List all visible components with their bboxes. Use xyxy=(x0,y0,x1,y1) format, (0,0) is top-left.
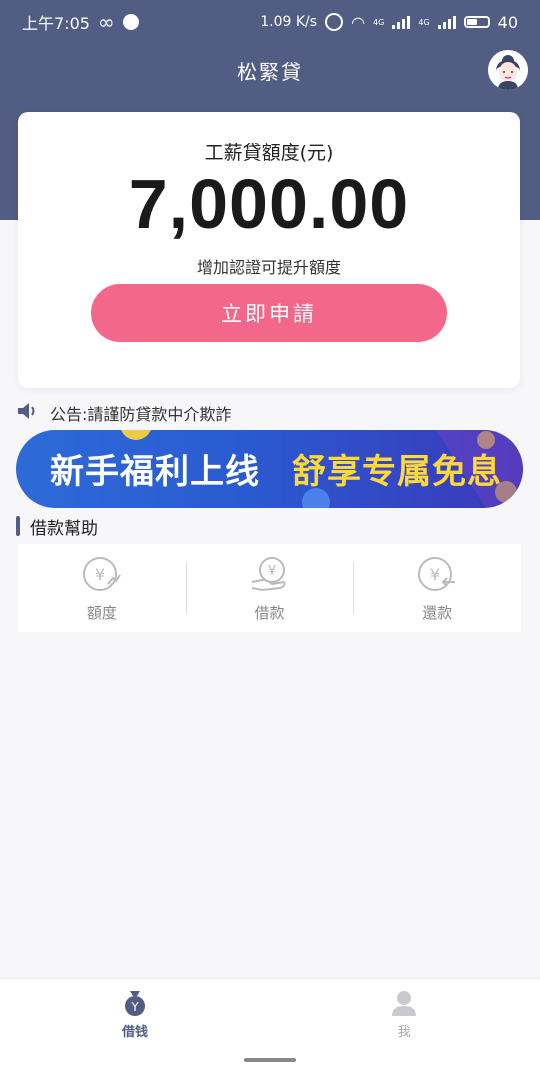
message-icon xyxy=(122,14,139,30)
limit-amount: 7,000.00 xyxy=(128,165,410,243)
banner-text-right: 舒享专属免息 xyxy=(292,452,502,492)
yen-hand-icon: ¥ xyxy=(251,557,285,592)
svg-text:¥: ¥ xyxy=(95,565,105,584)
help-card: ¥ 額度 ¥ 借款 ¥ 還款 xyxy=(18,544,521,632)
help-item-borrow[interactable]: ¥ 借款 xyxy=(185,544,354,632)
alarm-icon xyxy=(325,13,344,31)
limit-hint: 增加認證可提升額度 xyxy=(196,258,341,277)
help-item-label: 額度 xyxy=(86,604,117,622)
network-type-1: 4G xyxy=(373,17,385,27)
wifi-icon: ◠ xyxy=(351,12,366,32)
network-speed: 1.09 K/s xyxy=(260,14,318,30)
help-item-repay[interactable]: ¥ 還款 xyxy=(353,544,521,632)
home-indicator[interactable] xyxy=(244,1058,296,1062)
infinity-icon: ∞ xyxy=(97,10,115,34)
tab-borrow[interactable]: Y 借钱 xyxy=(95,989,175,1040)
loan-limit-card: 工薪貸額度(元) 7,000.00 增加認證可提升額度 立即申請 xyxy=(18,112,520,388)
status-left: 上午7:05 ∞ xyxy=(22,10,139,34)
limit-label: 工薪貸額度(元) xyxy=(204,142,334,164)
bottom-tab-bar: Y 借钱 我 xyxy=(0,978,540,1081)
status-right: 1.09 K/s ◠ 4G 4G 40 xyxy=(260,13,518,32)
help-section-title: 借款幫助 xyxy=(16,515,98,539)
notice-text: 公告:請謹防貸款中介欺詐 xyxy=(50,405,232,424)
tab-me[interactable]: 我 xyxy=(364,989,444,1040)
yen-chart-icon: ¥ xyxy=(82,557,121,591)
svg-text:¥: ¥ xyxy=(430,565,440,584)
banner-text-left: 新手福利上线 xyxy=(50,452,260,492)
signal-icon-1 xyxy=(392,15,411,29)
battery-level: 40 xyxy=(497,12,518,32)
status-time: 上午7:05 xyxy=(22,14,90,33)
section-accent-bar xyxy=(16,516,20,536)
yen-return-icon: ¥ xyxy=(418,557,456,591)
user-avatar-icon[interactable] xyxy=(488,50,528,90)
loan-bag-icon: Y xyxy=(125,991,145,1016)
tab-label: 借钱 xyxy=(121,1025,148,1040)
apply-now-button[interactable]: 立即申請 xyxy=(91,284,447,342)
speaker-icon xyxy=(16,401,38,425)
notice-bar[interactable]: 公告:請謹防貸款中介欺詐 xyxy=(16,400,231,426)
signal-icon-2 xyxy=(437,15,456,29)
app-title: 松緊貸 xyxy=(237,60,303,84)
tab-label: 我 xyxy=(397,1025,411,1040)
battery-icon xyxy=(463,16,490,28)
network-type-2: 4G xyxy=(418,17,430,27)
help-item-label: 借款 xyxy=(254,604,285,622)
status-bar: 上午7:05 ∞ 1.09 K/s ◠ 4G 4G 40 xyxy=(0,0,540,44)
help-item-label: 還款 xyxy=(422,604,453,622)
svg-text:Y: Y xyxy=(130,1000,139,1014)
help-item-limit[interactable]: ¥ 額度 xyxy=(18,544,186,632)
promo-banner[interactable]: 新手福利上线 舒享专属免息 xyxy=(16,430,523,508)
profile-icon xyxy=(392,991,416,1016)
svg-text:¥: ¥ xyxy=(267,564,275,579)
help-title-text: 借款幫助 xyxy=(30,518,98,539)
